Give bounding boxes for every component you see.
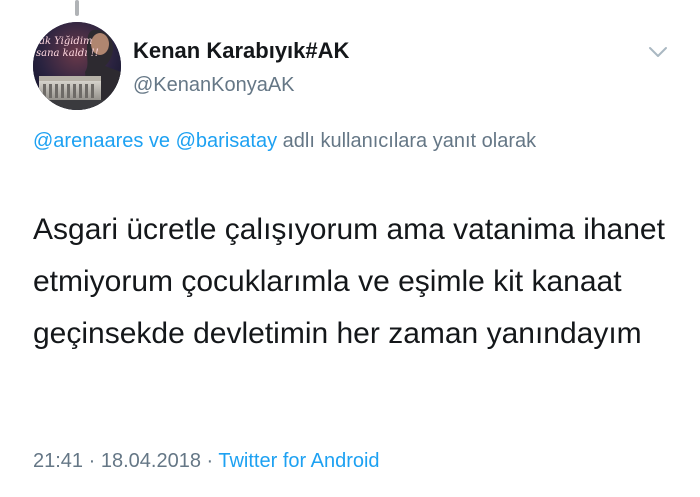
reply-context: @arenaares ve @barisatay adlı kullanıcıl… [33,125,633,157]
tweet-source-link[interactable]: Twitter for Android [218,450,379,472]
avatar-caption-line1: ak Yiğidim [39,36,93,47]
reply-suffix: adlı kullanıcılara yanıt olarak [277,130,537,152]
mention-link[interactable]: @arenaares [33,130,143,152]
tweet-time: 21:41 [33,450,84,472]
user-handle[interactable]: @KenanKonyaAK [133,73,295,97]
tweet-text: Asgari ücretle çalışıyorum ama vatanima … [33,213,665,350]
display-name[interactable]: Kenan Karabıyık#AK [133,38,349,64]
reply-connector: ve [143,130,176,152]
tweet-meta: 21:41 · 18.04.2018 · Twitter for Android [33,447,380,475]
meta-separator: · [200,450,219,472]
meta-separator: · [83,450,101,472]
tweet-date: 18.04.2018 [100,450,201,472]
mention-link[interactable]: @barisatay [176,130,277,152]
chevron-down-icon[interactable] [647,44,669,60]
avatar-caption-line2: sana kaldı !! [36,48,99,59]
avatar[interactable]: ak Yiğidim sana kaldı !! [33,22,121,110]
tweet-card: ak Yiğidim sana kaldı !! Kenan Karabıyık… [0,0,700,497]
thread-connector-line [75,0,79,16]
